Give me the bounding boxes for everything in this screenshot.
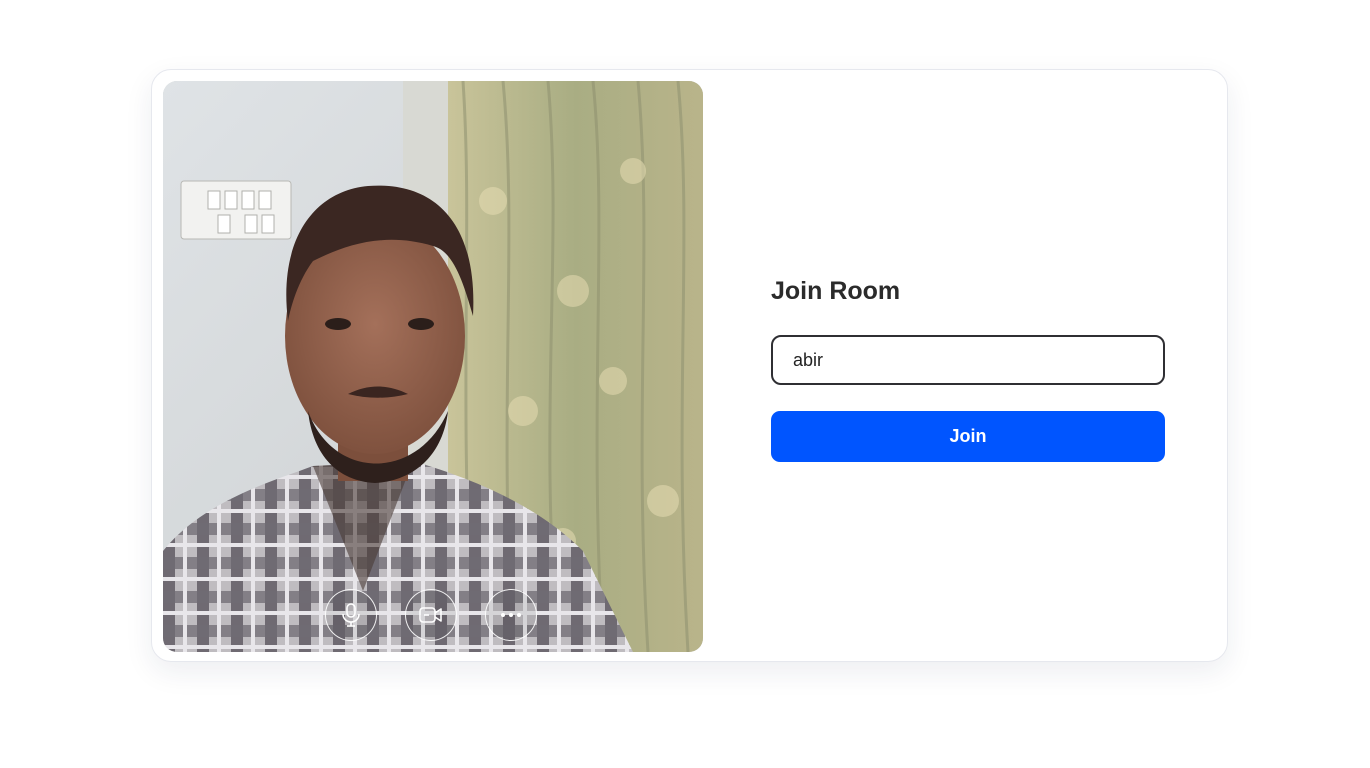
microphone-icon <box>342 603 360 627</box>
more-options-button[interactable] <box>485 589 537 641</box>
name-input[interactable] <box>771 335 1165 385</box>
join-button[interactable]: Join <box>771 411 1165 462</box>
preview-controls <box>325 589 537 641</box>
camera-toggle-button[interactable] <box>405 589 457 641</box>
camera-preview <box>163 81 703 652</box>
page-title: Join Room <box>771 277 901 305</box>
camera-feed-image <box>163 81 703 652</box>
join-room-form: Join Room Join <box>771 275 1165 462</box>
video-camera-icon <box>419 607 442 623</box>
microphone-toggle-button[interactable] <box>325 589 377 641</box>
more-options-icon <box>501 613 521 617</box>
join-room-card: Join Room Join <box>151 69 1228 662</box>
